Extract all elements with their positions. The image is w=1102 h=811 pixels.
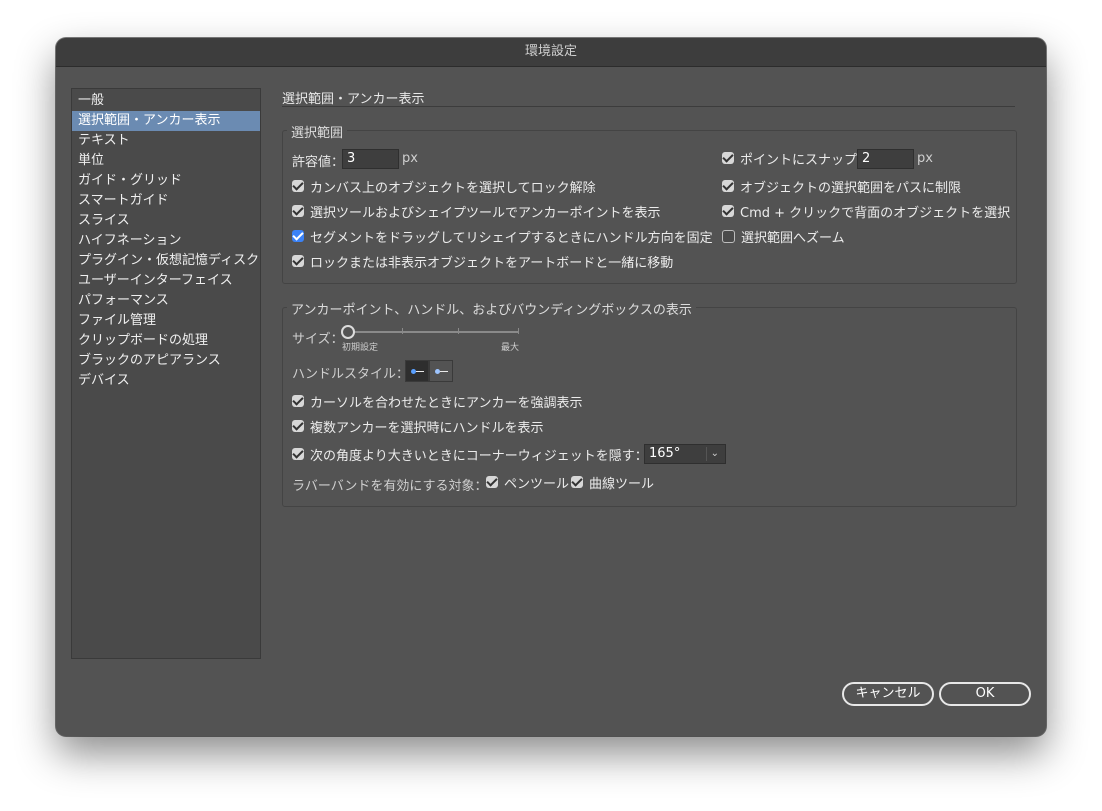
window-title: 環境設定	[56, 38, 1046, 67]
title-divider	[282, 106, 1015, 107]
object-selection-by-path-label: オブジェクトの選択範囲をパスに制限	[740, 180, 962, 196]
size-slider-tick	[402, 328, 403, 334]
zoom-to-selection-label: 選択範囲へズーム	[741, 230, 845, 246]
check-icon	[292, 205, 304, 217]
constrain-handle-direction-label: セグメントをドラッグしてリシェイプするときにハンドル方向を固定	[310, 230, 713, 246]
select-unlock-canvas-label: カンバス上のオブジェクトを選択してロック解除	[310, 180, 596, 196]
tolerance-input[interactable]: 3	[342, 149, 399, 169]
sidebar: 一般 選択範囲・アンカー表示 テキスト 単位 ガイド・グリッド スマートガイド …	[71, 88, 261, 659]
sidebar-item-units[interactable]: 単位	[72, 151, 260, 171]
sidebar-item-hyphenation[interactable]: ハイフネーション	[72, 231, 260, 251]
snap-to-point-check-icon	[722, 152, 734, 164]
size-slider-track[interactable]	[347, 331, 519, 333]
sidebar-item-slices[interactable]: スライス	[72, 211, 260, 231]
check-icon	[292, 395, 304, 407]
size-slider-tick	[518, 328, 519, 334]
anchor-display-group-label: アンカーポイント、ハンドル、およびバウンディングボックスの表示	[287, 299, 696, 318]
check-icon	[722, 180, 734, 192]
show-anchor-points-checkbox[interactable]: 選択ツールおよびシェイプツールでアンカーポイントを表示	[292, 202, 661, 221]
corner-angle-value: 165°	[649, 446, 681, 461]
sidebar-item-devices[interactable]: デバイス	[72, 371, 260, 391]
sidebar-item-clipboard-handling[interactable]: クリップボードの処理	[72, 331, 260, 351]
snap-distance-unit: px	[917, 151, 933, 166]
constrain-handle-direction-checkbox[interactable]: セグメントをドラッグしてリシェイプするときにハンドル方向を固定	[292, 227, 713, 246]
handle-style-solid-button[interactable]	[405, 360, 429, 382]
checkbox-empty-icon	[722, 229, 735, 243]
snap-distance-input[interactable]: 2	[857, 149, 914, 169]
size-max-label: 最大	[501, 343, 520, 353]
size-min-label: 初期設定	[342, 343, 379, 353]
check-icon	[292, 255, 304, 267]
check-icon	[292, 180, 304, 192]
sidebar-item-text[interactable]: テキスト	[72, 131, 260, 151]
check-icon	[571, 476, 583, 488]
handle-style-label: ハンドルスタイル：	[292, 367, 410, 382]
check-icon	[292, 420, 304, 432]
show-handles-multi-select-checkbox[interactable]: 複数アンカーを選択時にハンドルを表示	[292, 417, 544, 436]
chevron-down-icon: ⌄	[710, 448, 719, 459]
sidebar-item-file-handling[interactable]: ファイル管理	[72, 311, 260, 331]
ok-button[interactable]: OK	[939, 682, 1031, 706]
sidebar-item-guides-grid[interactable]: ガイド・グリッド	[72, 171, 260, 191]
select-divider	[706, 447, 707, 461]
handle-line-icon	[440, 371, 448, 372]
hide-corner-widget-label: 次の角度より大きいときにコーナーウィジェットを隠す：	[310, 448, 648, 464]
cmd-click-select-behind-checkbox[interactable]: Cmd + クリックで背面のオブジェクトを選択	[722, 202, 1011, 221]
selection-group-label: 選択範囲	[287, 122, 348, 141]
snap-to-point-checkbox[interactable]: ポイントにスナップ	[722, 149, 858, 168]
handle-style-hollow-button[interactable]	[429, 360, 453, 382]
cmd-click-select-behind-label: Cmd + クリックで背面のオブジェクトを選択	[740, 205, 1011, 221]
show-handles-multi-select-label: 複数アンカーを選択時にハンドルを表示	[310, 420, 544, 436]
highlight-anchors-checkbox[interactable]: カーソルを合わせたときにアンカーを強調表示	[292, 392, 583, 411]
sidebar-item-general[interactable]: 一般	[72, 91, 260, 111]
sidebar-item-smart-guides[interactable]: スマートガイド	[72, 191, 260, 211]
rubber-band-label: ラバーバンドを有効にする対象：	[292, 479, 488, 494]
page-title: 選択範囲・アンカー表示	[282, 92, 425, 107]
size-slider-tick	[458, 328, 459, 334]
sidebar-item-selection-anchor-display[interactable]: 選択範囲・アンカー表示	[72, 111, 260, 131]
move-locked-hidden-label: ロックまたは非表示オブジェクトをアートボードと一緒に移動	[310, 255, 674, 271]
check-icon	[292, 230, 304, 242]
check-icon	[486, 476, 498, 488]
pen-tool-label: ペンツール	[504, 476, 570, 492]
check-icon	[722, 205, 734, 217]
corner-angle-select[interactable]: 165° ⌄	[644, 444, 726, 464]
sidebar-item-black-appearance[interactable]: ブラックのアピアランス	[72, 351, 260, 371]
object-selection-by-path-checkbox[interactable]: オブジェクトの選択範囲をパスに制限	[722, 177, 962, 196]
sidebar-item-performance[interactable]: パフォーマンス	[72, 291, 260, 311]
pen-tool-checkbox[interactable]: ペンツール	[486, 473, 570, 492]
curvature-tool-checkbox[interactable]: 曲線ツール	[571, 473, 655, 492]
tolerance-label: 許容値：	[292, 155, 345, 170]
size-label: サイズ：	[292, 332, 344, 347]
select-unlock-canvas-checkbox[interactable]: カンバス上のオブジェクトを選択してロック解除	[292, 177, 596, 196]
check-icon	[292, 448, 304, 460]
preferences-window: 環境設定 一般 選択範囲・アンカー表示 テキスト 単位 ガイド・グリッド スマー…	[56, 38, 1046, 736]
curvature-tool-label: 曲線ツール	[589, 476, 655, 492]
handle-line-icon	[416, 371, 424, 372]
sidebar-item-plugins-scratch-disks[interactable]: プラグイン・仮想記憶ディスク	[72, 251, 260, 271]
hide-corner-widget-checkbox[interactable]: 次の角度より大きいときにコーナーウィジェットを隠す：	[292, 445, 648, 464]
tolerance-unit: px	[402, 151, 418, 166]
sidebar-item-user-interface[interactable]: ユーザーインターフェイス	[72, 271, 260, 291]
size-slider-knob[interactable]	[341, 325, 355, 339]
highlight-anchors-label: カーソルを合わせたときにアンカーを強調表示	[310, 395, 583, 411]
snap-to-point-label: ポイントにスナップ	[740, 152, 858, 168]
show-anchor-points-label: 選択ツールおよびシェイプツールでアンカーポイントを表示	[310, 205, 661, 221]
move-locked-hidden-checkbox[interactable]: ロックまたは非表示オブジェクトをアートボードと一緒に移動	[292, 252, 674, 271]
cancel-button[interactable]: キャンセル	[842, 682, 934, 706]
zoom-to-selection-checkbox[interactable]: 選択範囲へズーム	[722, 227, 845, 246]
